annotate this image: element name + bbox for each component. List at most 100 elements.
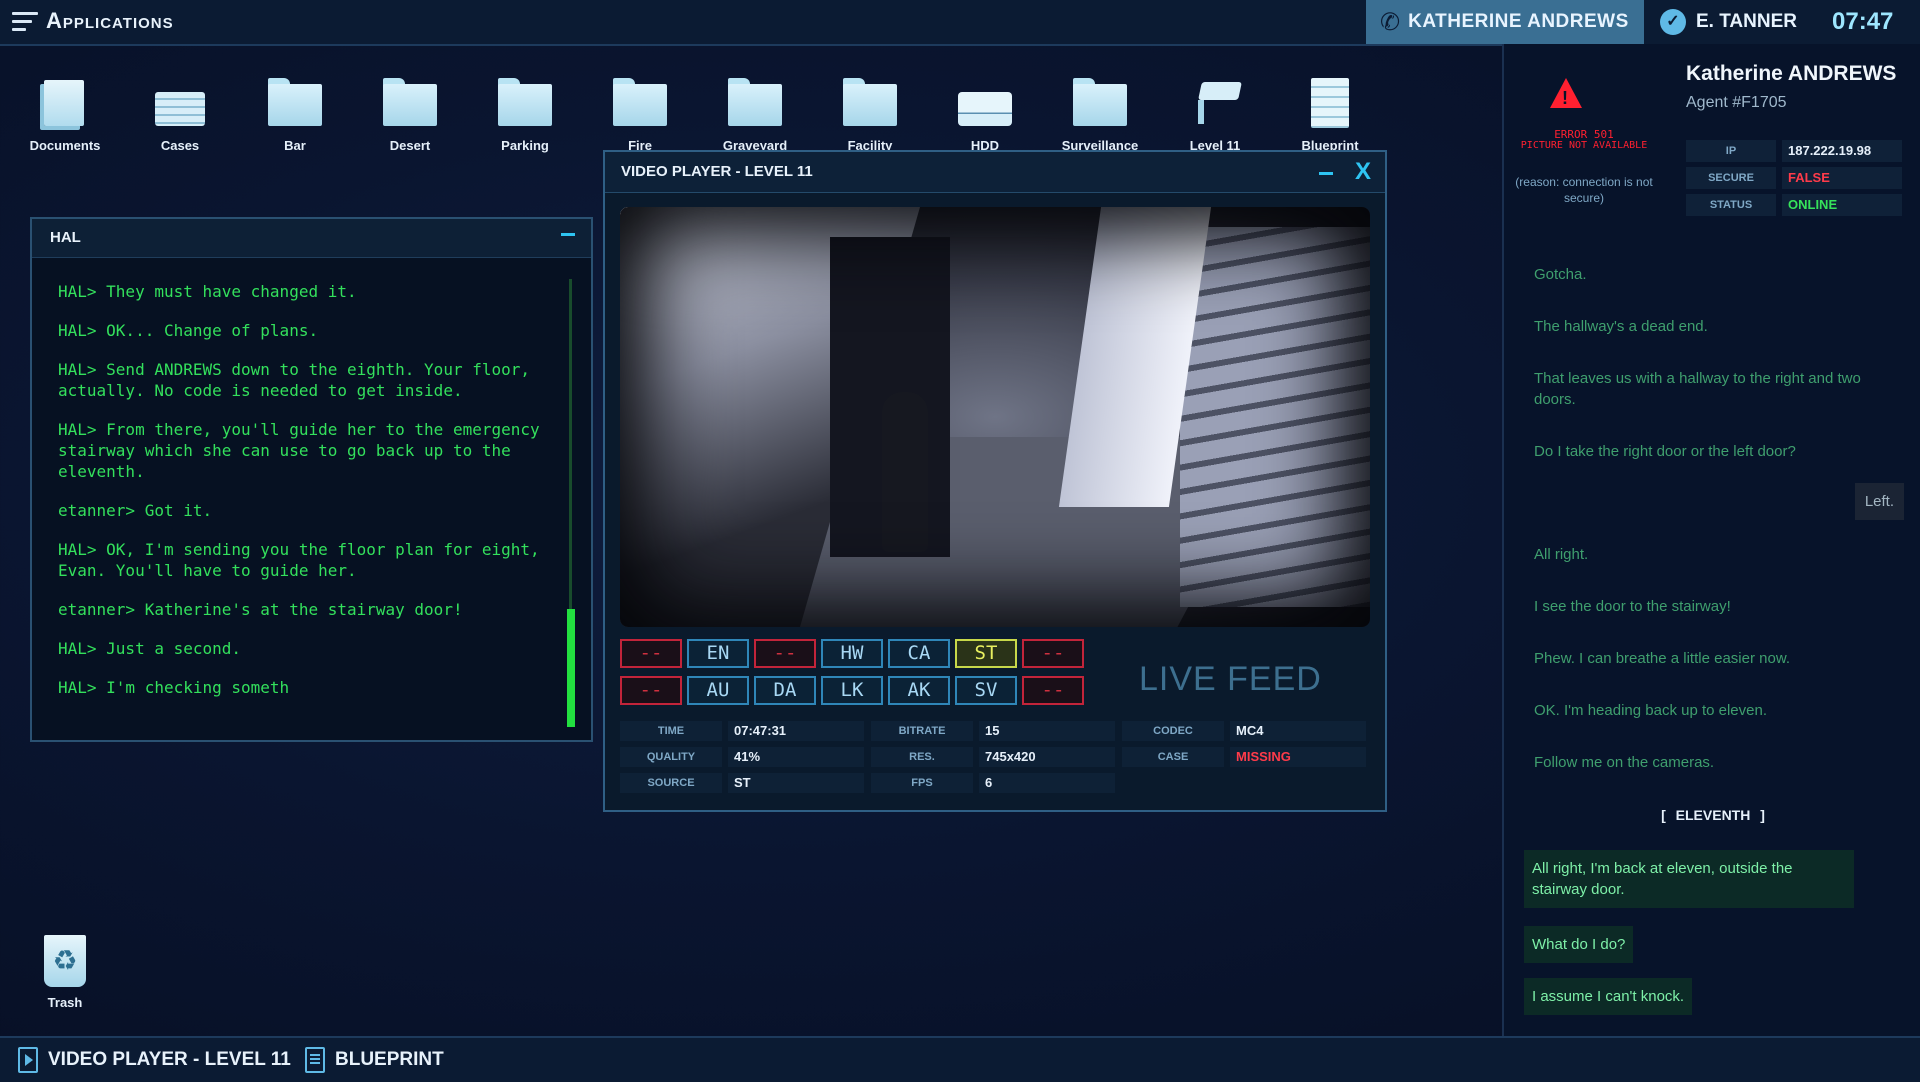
chat-message: Phew. I can breathe a little easier now. xyxy=(1534,650,1790,667)
video-player-header[interactable]: VIDEO PLAYER - LEVEL 11 X xyxy=(605,152,1385,193)
chat-message: The hallway's a dead end. xyxy=(1534,318,1708,335)
desktop-icon-level-11[interactable]: Level 11 xyxy=(1165,78,1265,153)
agent-id: Agent #F1705 xyxy=(1686,94,1787,111)
profile-secure: FALSE xyxy=(1782,167,1902,189)
error-reason: (reason: connection is not secure) xyxy=(1515,175,1653,205)
desktop-icon-surveillance[interactable]: Surveillance xyxy=(1050,78,1150,153)
camera-button[interactable]: -- xyxy=(1022,676,1084,705)
info-resolution: 745x420 xyxy=(979,747,1115,767)
info-key: CASE xyxy=(1122,747,1224,767)
desktop-icon-documents[interactable]: Documents xyxy=(15,78,115,153)
profile-ip: 187.222.19.98 xyxy=(1782,140,1902,162)
chat-message: All right. xyxy=(1534,546,1589,563)
camera-button-st-selected[interactable]: ST xyxy=(955,639,1017,668)
menu-icon[interactable] xyxy=(12,12,38,32)
top-bar: Applications ✆ KATHERINE ANDREWS ✓ E. TA… xyxy=(0,0,1920,46)
minimize-icon[interactable] xyxy=(1319,172,1333,175)
desktop-icon-graveyard[interactable]: Graveyard xyxy=(705,78,805,153)
blueprint-icon xyxy=(1303,78,1357,130)
taskbar-item-label: VIDEO PLAYER - LEVEL 11 xyxy=(48,1049,291,1070)
camera-button[interactable]: -- xyxy=(620,676,682,705)
documents-icon xyxy=(38,78,92,130)
cases-icon xyxy=(153,78,207,130)
folder-icon xyxy=(498,78,552,130)
close-icon[interactable]: X xyxy=(1355,158,1371,186)
info-key: QUALITY xyxy=(620,747,722,767)
info-time: 07:47:31 xyxy=(728,721,864,741)
trash-icon xyxy=(38,935,92,987)
folder-icon xyxy=(843,78,897,130)
info-key: RES. xyxy=(871,747,973,767)
hal-window-header[interactable]: HAL xyxy=(32,219,591,258)
desktop-icon-facility[interactable]: Facility xyxy=(820,78,920,153)
desktop-icon-label: Desert xyxy=(389,138,431,153)
user-name: E. TANNER xyxy=(1696,11,1797,32)
profile-status: ONLINE xyxy=(1782,194,1902,216)
info-quality: 41% xyxy=(728,747,864,767)
terminal-line: HAL> Send ANDREWS down to the eighth. Yo… xyxy=(58,360,540,400)
desktop-icon-trash[interactable]: Trash xyxy=(15,935,115,1010)
hdd-icon xyxy=(958,78,1012,130)
desktop-icon-blueprint[interactable]: Blueprint xyxy=(1280,78,1380,153)
folder-icon xyxy=(268,78,322,130)
camera-button-sv[interactable]: SV xyxy=(955,676,1017,705)
desktop-icon-desert[interactable]: Desert xyxy=(360,78,460,153)
hal-window-title: HAL xyxy=(50,229,81,246)
desktop-icon-label: Parking xyxy=(501,138,549,153)
folder-icon xyxy=(1073,78,1127,130)
chat-message: Follow me on the cameras. xyxy=(1534,754,1715,771)
chat-message: That leaves us with a hallway to the rig… xyxy=(1534,370,1861,408)
desktop-icon-fire[interactable]: Fire xyxy=(590,78,690,153)
video-player-window: VIDEO PLAYER - LEVEL 11 X -- EN -- HW CA… xyxy=(603,150,1387,812)
video-player-icon xyxy=(18,1047,38,1073)
phone-icon: ✆ xyxy=(1380,8,1401,36)
desktop-icon-cases[interactable]: Cases xyxy=(130,78,230,153)
camera-button-da[interactable]: DA xyxy=(754,676,816,705)
chat-location-separator: [ ELEVENTH ] xyxy=(1661,807,1765,823)
applications-title[interactable]: Applications xyxy=(46,8,174,34)
desktop-icon-hdd[interactable]: HDD xyxy=(935,78,1035,153)
warning-mark: ! xyxy=(1562,88,1568,108)
camera-button[interactable]: -- xyxy=(754,639,816,668)
terminal-line: etanner> Katherine's at the stairway doo… xyxy=(58,600,463,619)
folder-icon xyxy=(383,78,437,130)
camera-button[interactable]: -- xyxy=(620,639,682,668)
taskbar-item-label: BLUEPRINT xyxy=(335,1049,444,1070)
camera-button-ak[interactable]: AK xyxy=(888,676,950,705)
minimize-icon[interactable] xyxy=(561,233,575,236)
info-bitrate: 15 xyxy=(979,721,1115,741)
desktop-icon-bar[interactable]: Bar xyxy=(245,78,345,153)
chat-message-new: I assume I can't knock. xyxy=(1524,978,1693,1015)
info-case-status: MISSING xyxy=(1230,747,1366,767)
taskbar-item-blueprint[interactable]: BLUEPRINT xyxy=(305,1038,444,1082)
active-call-tab[interactable]: ✆ KATHERINE ANDREWS xyxy=(1366,0,1644,44)
camera-button-ca[interactable]: CA xyxy=(888,639,950,668)
taskbar-item-video-player[interactable]: VIDEO PLAYER - LEVEL 11 xyxy=(18,1038,291,1082)
terminal-line: HAL> I'm checking someth xyxy=(58,678,290,697)
info-fps: 6 xyxy=(979,773,1115,793)
hal-terminal-window: HAL HAL> They must have changed it. HAL>… xyxy=(30,217,593,742)
camera-icon xyxy=(1188,78,1242,130)
desktop-icon-parking[interactable]: Parking xyxy=(475,78,575,153)
info-codec: MC4 xyxy=(1230,721,1366,741)
chat-message-new: What do I do? xyxy=(1524,926,1634,963)
chat-message: OK. I'm heading back up to eleven. xyxy=(1534,702,1768,719)
info-key: BITRATE xyxy=(871,721,973,741)
info-key: CODEC xyxy=(1122,721,1224,741)
camera-button[interactable]: -- xyxy=(1022,639,1084,668)
info-key: SOURCE xyxy=(620,773,722,793)
camera-button-au[interactable]: AU xyxy=(687,676,749,705)
camera-button-en[interactable]: EN xyxy=(687,639,749,668)
user-profile-tab[interactable]: ✓ E. TANNER xyxy=(1660,0,1797,44)
taskbar: VIDEO PLAYER - LEVEL 11 BLUEPRINT xyxy=(0,1036,1920,1082)
chat-message: Do I take the right door or the left doo… xyxy=(1534,443,1796,460)
terminal-line: HAL> Just a second. xyxy=(58,639,242,658)
hal-scrollbar-thumb[interactable] xyxy=(567,609,575,727)
camera-button-lk[interactable]: LK xyxy=(821,676,883,705)
chat-message-new: All right, I'm back at eleven, outside t… xyxy=(1524,850,1854,908)
camera-button-hw[interactable]: HW xyxy=(821,639,883,668)
call-contact-name: KATHERINE ANDREWS xyxy=(1408,11,1629,32)
info-key: FPS xyxy=(871,773,973,793)
terminal-line: HAL> OK, I'm sending you the floor plan … xyxy=(58,540,550,580)
desktop-icon-label: Cases xyxy=(160,138,200,153)
